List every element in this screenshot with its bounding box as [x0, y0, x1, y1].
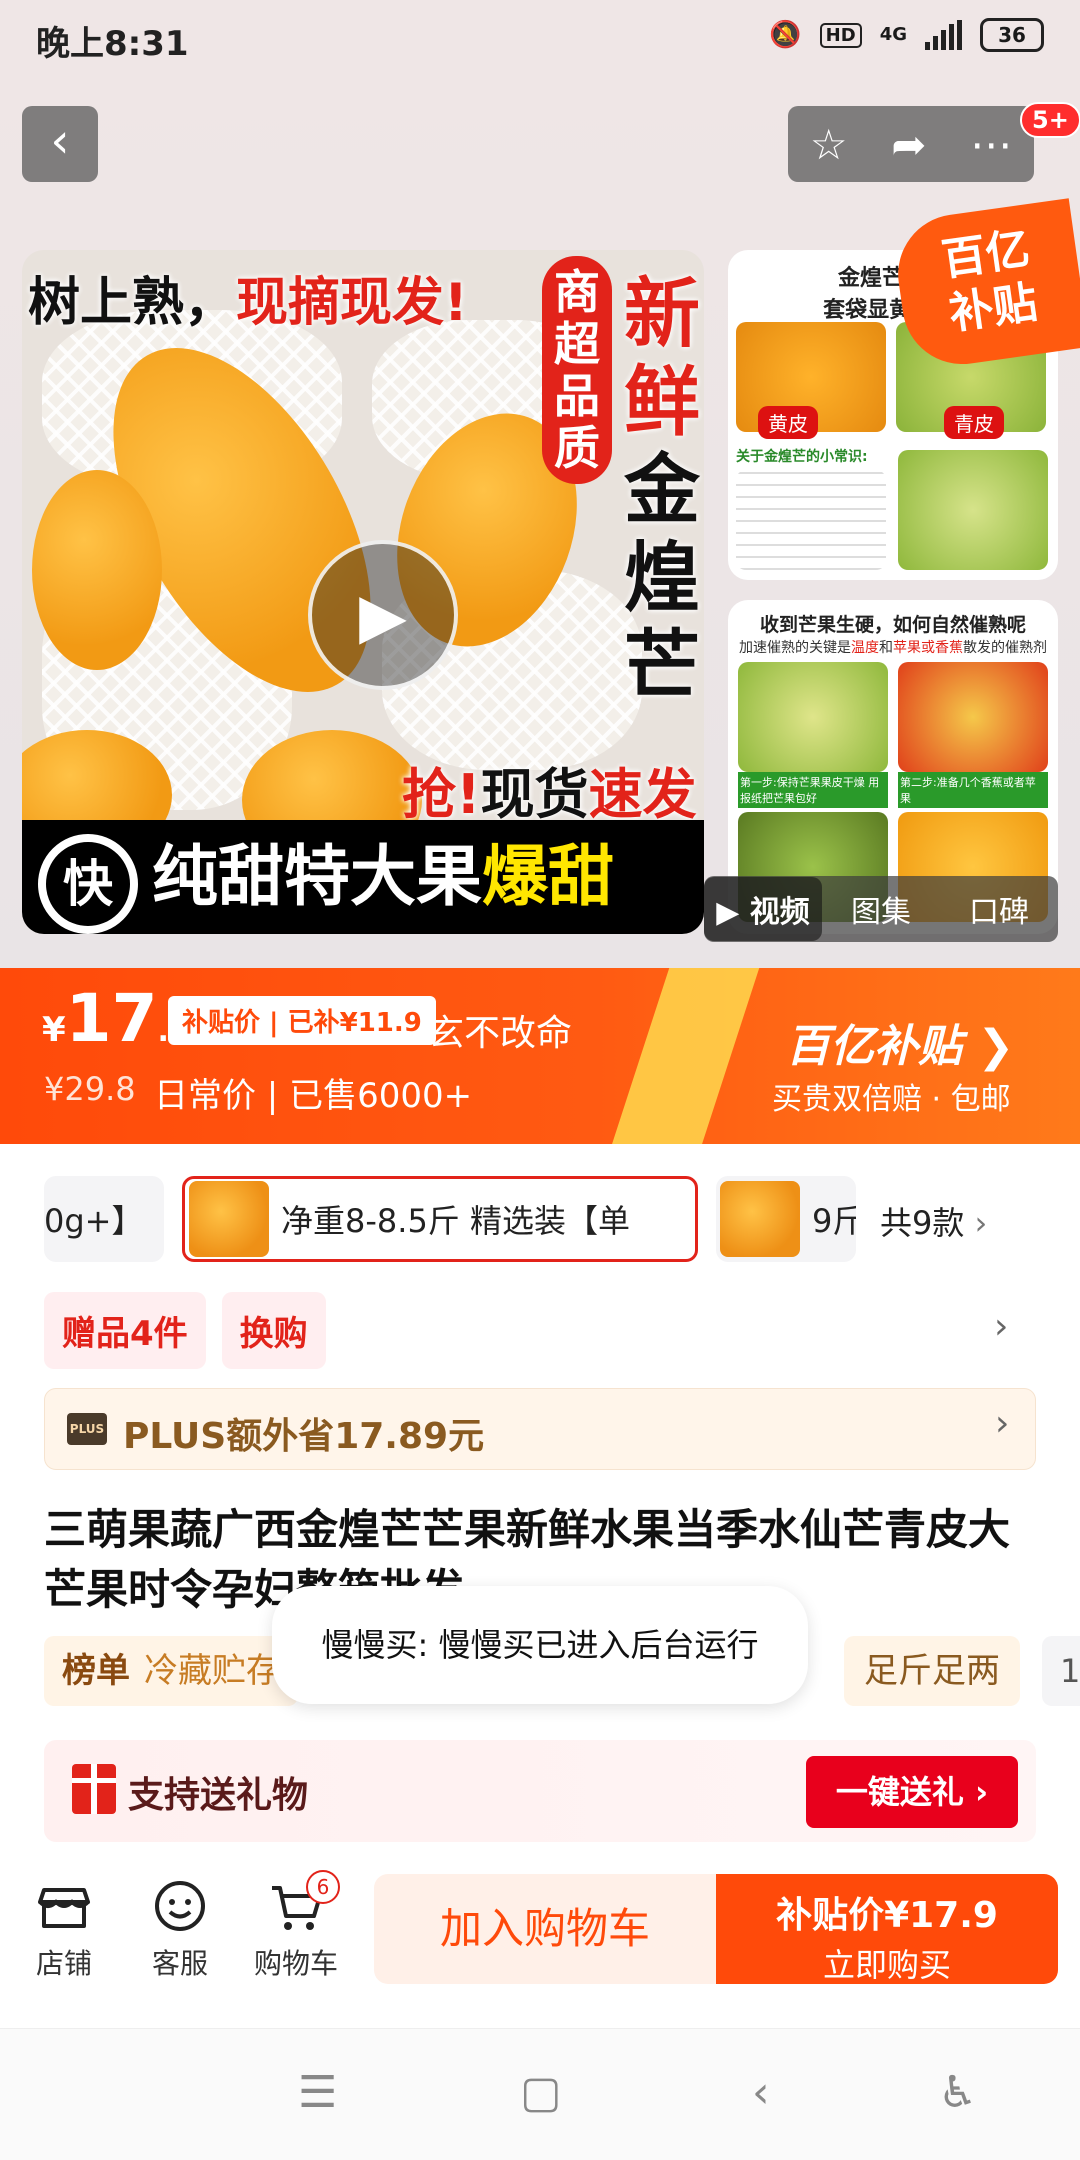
send-gift-button[interactable]: 一键送礼 › [806, 1756, 1018, 1828]
hd-icon: HD [819, 22, 862, 48]
main-product-image[interactable]: 树上熟，现摘现发! 商超品质 新鲜金煌芒 抢!现货速发 纯甜特大果爆甜 快 ▶ [22, 250, 704, 934]
sku-thumbnail [720, 1181, 800, 1257]
service-label: 客服 [151, 1947, 208, 1980]
signal-icon [925, 20, 962, 50]
back-button[interactable]: ‹ [22, 106, 98, 182]
full-weight-tag[interactable]: 足斤足两 [844, 1636, 1020, 1706]
chevron-right-icon[interactable]: › [994, 1306, 1008, 1347]
exchange-tag[interactable]: 换购 [221, 1292, 326, 1369]
sku-label: 9斤 [812, 1202, 856, 1240]
step2-image [898, 662, 1048, 772]
sku-option-selected[interactable]: 净重8-8.5斤 精选装【单 [182, 1176, 698, 1262]
back-arrow-icon: ‹ [50, 113, 70, 169]
tab-video[interactable]: ▶ 视频 [704, 877, 822, 941]
tab-reviews[interactable]: 口碑 [940, 887, 1058, 931]
shop-button[interactable]: 店铺 [14, 1878, 114, 1982]
subsidy-tag: 补贴价 | 已补¥11.9 [168, 996, 436, 1045]
price-banner: ¥17.9 补贴价 | 已补¥11.9 玄不改命 ¥29.8 日常价 | 已售6… [0, 968, 1080, 1144]
shop-icon [38, 1888, 90, 1928]
gift-tag[interactable]: 赠品4件 [44, 1292, 206, 1369]
ripen-title: 收到芒果生硬，如何自然催熟呢 [759, 614, 1026, 636]
sku-label: 净重8-8.5斤 精选装【单 [281, 1202, 630, 1240]
gift-text: 支持送礼物 [128, 1775, 309, 1816]
battery-icon: 36 [980, 18, 1044, 52]
gift-bar: 支持送礼物 一键送礼 › [44, 1740, 1036, 1842]
sku-option[interactable]: 9斤 [716, 1176, 856, 1262]
ripen-subtitle: 加速催熟的关键是温度和苹果或香蕉散发的催熟剂 [739, 640, 1047, 656]
subsidy-guarantee: 买贵双倍赔 · 包邮 [772, 1082, 1011, 1117]
original-price: ¥29.8 [44, 1070, 136, 1108]
plus-savings-bar[interactable]: PLUS PLUS额外省17.89元 › [44, 1388, 1036, 1470]
message-badge: 5+ [1020, 102, 1080, 138]
plus-savings-text: PLUS额外省17.89元 [123, 1416, 485, 1457]
yellow-skin-label: 黄皮 [758, 406, 818, 439]
home-icon[interactable]: ▢ [520, 2067, 562, 2118]
plus-logo: PLUS [67, 1413, 107, 1445]
subsidy-brand-link[interactable]: 百亿补贴 ❯ [786, 1010, 1014, 1074]
system-nav-bar: ☰ ▢ ‹ ♿ [0, 2028, 1080, 2160]
share-icon[interactable]: ➦ [891, 120, 926, 169]
ranking-badge[interactable]: 榜单 冷藏贮存 [44, 1636, 298, 1706]
toast-message: 慢慢买: 慢慢买已进入后台运行 [272, 1586, 808, 1704]
promo-tags: 赠品4件 换购 [44, 1292, 326, 1369]
menu-icon[interactable]: ☰ [298, 2067, 337, 2118]
step1-image [738, 662, 888, 772]
image-headline: 树上熟，现摘现发! [28, 273, 468, 333]
lightning-decoration [607, 968, 763, 1144]
gift-icon [72, 1764, 116, 1814]
price-slogan: 玄不改命 [428, 1013, 573, 1054]
green-skin-label: 青皮 [944, 406, 1004, 439]
grab-text: 抢!现货速发 [402, 763, 697, 826]
customer-service-icon [155, 1881, 205, 1931]
more-tag[interactable]: 1 [1042, 1636, 1080, 1706]
cart-count-badge: 6 [306, 1870, 340, 1904]
back-icon[interactable]: ‹ [752, 2067, 770, 2118]
add-to-cart-button[interactable]: 加入购物车 [374, 1874, 716, 1984]
fast-badge: 快 [38, 834, 138, 934]
buy-label: 立即购买 [822, 1946, 951, 1984]
buy-price: 补贴价¥17.9 [776, 1895, 998, 1936]
sku-thumbnail [189, 1181, 269, 1257]
bottom-action-bar: 店铺 客服 6 购物车 加入购物车 补贴价¥17.9 立即购买 [0, 1864, 1080, 2024]
mango-compare-image [898, 450, 1048, 570]
service-button[interactable]: 客服 [130, 1878, 230, 1982]
tip-text-block [736, 470, 886, 570]
chevron-right-icon: ❯ [977, 1021, 1015, 1072]
tip-title: 关于金煌芒的小常识: [736, 449, 868, 465]
buy-now-button[interactable]: 补贴价¥17.9 立即购买 [716, 1874, 1058, 1984]
status-bar: 晚上8:31 🔕 HD 4G 36 [0, 0, 1080, 80]
shop-label: 店铺 [35, 1947, 92, 1980]
step2-caption: 第二步:准备几个香蕉或者苹果 [898, 772, 1048, 808]
accessibility-icon[interactable]: ♿ [938, 2067, 977, 2118]
chevron-right-icon: › [974, 1204, 988, 1242]
quality-tag: 商超品质 [542, 256, 612, 484]
sku-label: 0g+】 [44, 1202, 144, 1240]
vertical-title: 新鲜金煌芒 [624, 269, 700, 710]
cart-button[interactable]: 6 购物车 [246, 1870, 346, 1982]
header-actions: ☆ ➦ ⋯ [788, 106, 1034, 182]
sku-option[interactable]: 0g+】 [44, 1176, 164, 1262]
sku-count[interactable]: 共9款 › [880, 1198, 987, 1244]
sales-info: 日常价 | 已售6000+ [154, 1076, 473, 1116]
network-label: 4G [879, 24, 907, 45]
play-icon: ▶ [359, 579, 407, 652]
sku-selector: 0g+】 净重8-8.5斤 精选装【单 9斤 共9款 › [0, 1170, 1080, 1266]
mute-icon: 🔕 [769, 20, 802, 50]
step1-caption: 第一步:保持芒果果皮干燥 用报纸把芒果包好 [738, 772, 888, 808]
tab-gallery[interactable]: 图集 [822, 887, 940, 931]
star-icon[interactable]: ☆ [810, 120, 848, 169]
billion-subsidy-badge: 百亿 补贴 [890, 198, 1080, 372]
media-tabs: ▶ 视频 图集 口碑 [704, 876, 1058, 942]
mango [32, 470, 162, 670]
play-video-button[interactable]: ▶ [308, 540, 458, 690]
more-icon[interactable]: ⋯ [970, 120, 1012, 169]
product-gallery: ‹ ☆ ➦ ⋯ 5+ 树上熟，现摘现发! 商超品质 新鲜金煌芒 抢!现货速发 纯… [0, 80, 1080, 970]
status-time: 晚上8:31 [36, 24, 189, 64]
chevron-right-icon: › [995, 1403, 1010, 1444]
cart-label: 购物车 [253, 1947, 338, 1980]
status-icons: 🔕 HD 4G 36 [769, 18, 1044, 52]
